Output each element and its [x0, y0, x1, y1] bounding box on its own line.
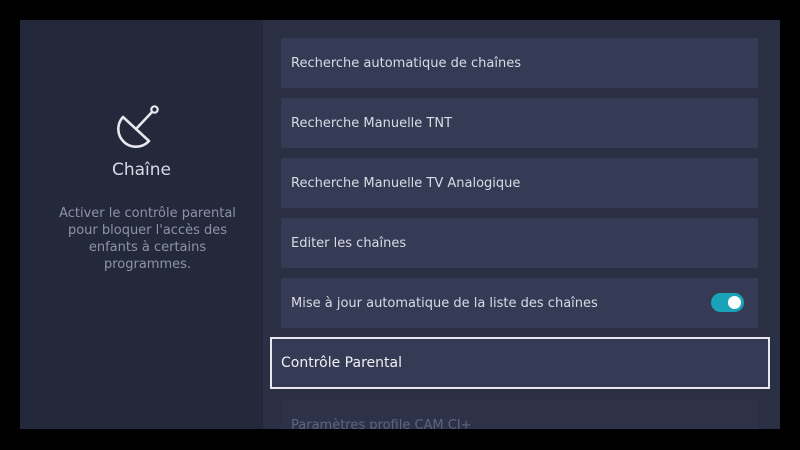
menu-item-edit-channels[interactable]: Editer les chaînes	[281, 218, 758, 268]
settings-list: Recherche automatique de chaînes Recherc…	[263, 20, 780, 429]
tv-settings-screen: Chaîne Activer le contrôle parental pour…	[20, 20, 780, 429]
toggle-knob	[728, 296, 741, 309]
menu-item-manual-search-tnt[interactable]: Recherche Manuelle TNT	[281, 98, 758, 148]
category-panel: Chaîne Activer le contrôle parental pour…	[20, 20, 263, 429]
menu-item-label: Recherche Manuelle TNT	[291, 115, 453, 131]
menu-item-label: Paramètres profile CAM CI+	[291, 417, 472, 430]
satellite-dish-icon	[117, 105, 159, 148]
category-description: Activer le contrôle parental pour bloque…	[59, 206, 236, 272]
menu-item-label: Recherche Manuelle TV Analogique	[291, 175, 521, 191]
menu-item-cam-ci-profile[interactable]: Paramètres profile CAM CI+	[281, 400, 758, 429]
menu-item-label: Contrôle Parental	[281, 355, 402, 371]
menu-item-label: Recherche automatique de chaînes	[291, 55, 521, 71]
menu-item-label: Editer les chaînes	[291, 235, 407, 251]
menu-item-manual-search-analog[interactable]: Recherche Manuelle TV Analogique	[281, 158, 758, 208]
menu-item-label: Mise à jour automatique de la liste des …	[291, 295, 598, 311]
menu-item-auto-update-channel-list[interactable]: Mise à jour automatique de la liste des …	[281, 278, 758, 328]
menu-item-auto-channel-search[interactable]: Recherche automatique de chaînes	[281, 38, 758, 88]
auto-update-toggle[interactable]	[711, 293, 744, 312]
category-title: Chaîne	[111, 160, 172, 180]
menu-item-parental-control[interactable]: Contrôle Parental	[270, 337, 770, 389]
